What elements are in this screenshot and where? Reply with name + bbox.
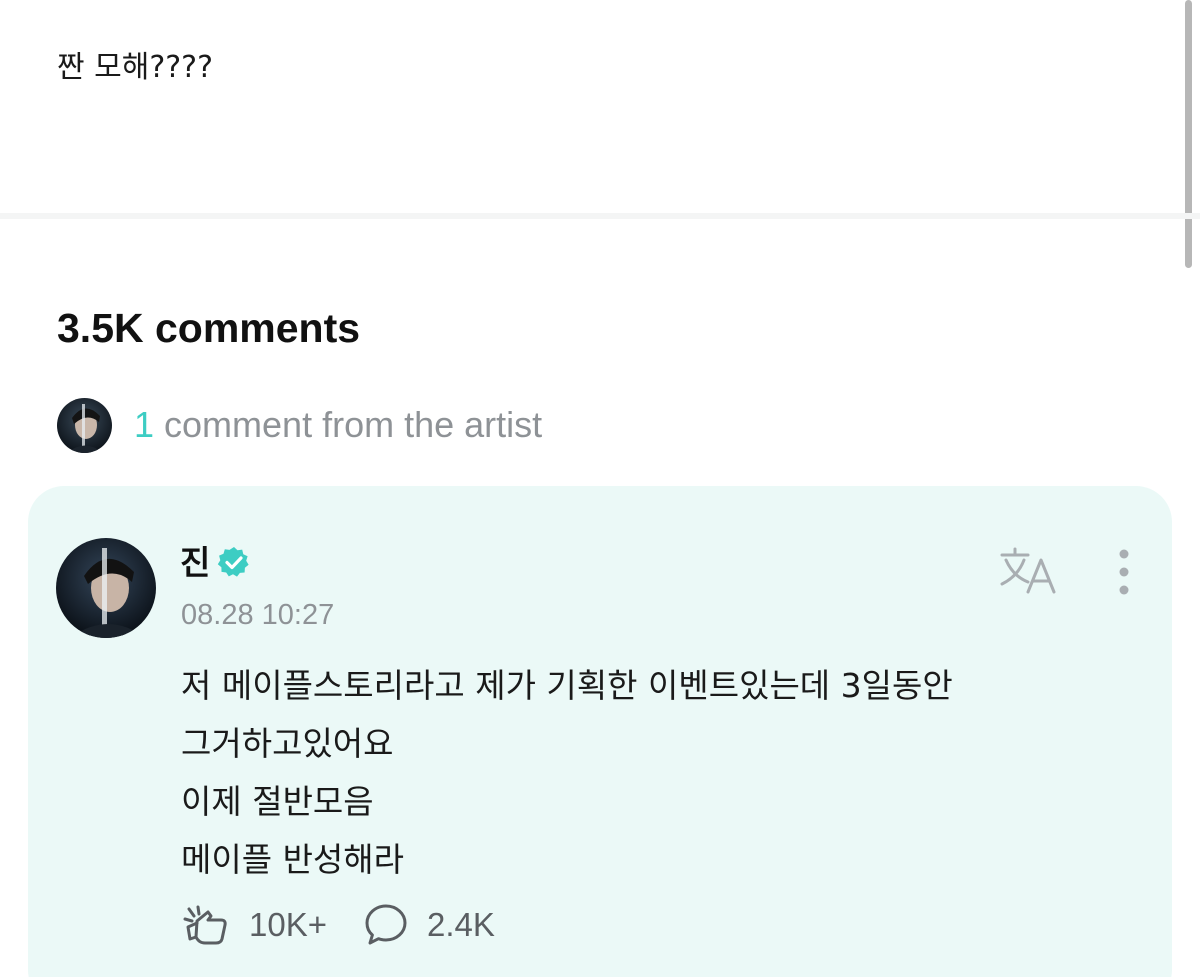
comment-line: 그거하고있어요 bbox=[181, 724, 394, 763]
reply-count: 2.4K bbox=[427, 906, 495, 943]
like-icon bbox=[183, 905, 227, 945]
comment-bubble-icon bbox=[365, 904, 407, 945]
verified-badge-icon bbox=[218, 547, 249, 577]
comment-line: 메이플 반성해라 bbox=[181, 840, 405, 879]
author-name[interactable]: 진 bbox=[180, 541, 210, 585]
artist-comments-label: 1 comment from the artist bbox=[134, 403, 542, 447]
post-text: 짠 모해???? bbox=[57, 50, 214, 85]
comment-line: 저 메이플스토리라고 제가 기획한 이벤트있는데 3일동안 bbox=[181, 666, 953, 705]
like-button[interactable]: 10K+ bbox=[181, 903, 327, 947]
post-page: 짠 모해???? 3.5K comments 1 comment from th… bbox=[0, 0, 1200, 977]
scrollbar[interactable] bbox=[1185, 0, 1192, 268]
comment-body: 저 메이플스토리라고 제가 기획한 이벤트있는데 3일동안 그거하고있어요 이제… bbox=[181, 657, 953, 889]
translate-icon bbox=[1000, 547, 1056, 594]
like-count: 10K+ bbox=[249, 906, 327, 943]
artist-avatar bbox=[57, 397, 112, 453]
section-divider bbox=[0, 213, 1200, 219]
author-row: 진 bbox=[180, 540, 252, 586]
comment-reactions: 10K+ 2.4K bbox=[181, 900, 495, 950]
comment-line: 이제 절반모음 bbox=[181, 782, 374, 821]
author-avatar[interactable] bbox=[56, 538, 156, 638]
translate-button[interactable] bbox=[998, 546, 1060, 596]
artist-comment-text: comment from the artist bbox=[154, 404, 543, 445]
reply-button[interactable]: 2.4K bbox=[363, 902, 495, 948]
comment-timestamp: 08.28 10:27 bbox=[181, 599, 335, 631]
artist-comments-filter[interactable]: 1 comment from the artist bbox=[57, 396, 542, 454]
more-options-button[interactable] bbox=[1106, 546, 1142, 598]
comments-count-heading: 3.5K comments bbox=[57, 305, 361, 351]
more-vertical-icon bbox=[1119, 549, 1129, 595]
artist-comment-count: 1 bbox=[134, 404, 155, 445]
